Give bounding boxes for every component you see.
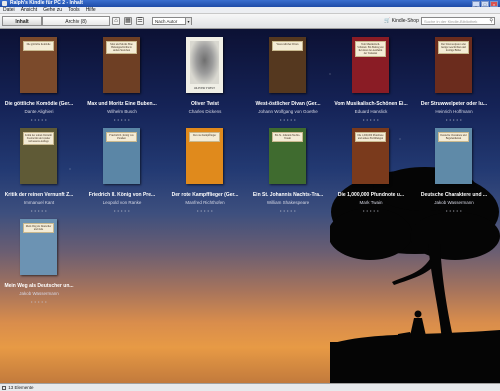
cover-title: OLIVER TWIST [194, 86, 215, 90]
book-cover[interactable]: West-östlicher Divan [269, 37, 306, 93]
book-title: Der rote Kampfflieger (Ger... [171, 192, 239, 198]
kindle-app-icon [2, 1, 7, 6]
book-cover[interactable]: OLIVER TWIST [186, 37, 223, 93]
cart-icon: 🛒 [384, 18, 391, 24]
book-cover[interactable]: Mein Weg als Deutscher und Jude [20, 219, 57, 275]
book-cover[interactable]: Die 1,000,000 Pfundnote und andere Erzäh… [352, 128, 389, 184]
status-bar: 13 Elemente [0, 383, 500, 391]
book-title: Die göttliche Komödie (Ger... [4, 101, 74, 107]
book-title: West-östlicher Divan (Ger... [255, 101, 321, 107]
book-cover[interactable]: Ein St. Johannis Nachts-Traum [269, 128, 306, 184]
library-icon [2, 385, 6, 390]
cover-title: Ein St. Johannis Nachts-Traum [272, 132, 303, 142]
book-title: Die 1,000,000 Pfundnote u... [337, 192, 405, 198]
cover-title: Der Struwwelpeter oder lustige Geschicht… [438, 41, 469, 54]
maximize-button[interactable]: □ [481, 0, 489, 7]
cover-title: Die göttliche Komödie [23, 41, 54, 51]
book-title: Deutsche Charaktere und ... [420, 192, 488, 198]
book-item[interactable]: Der rote Kampfflieger Der rote Kampfflie… [166, 120, 244, 228]
cover-title: Kritik der reinen Vernunft Zweite hin un… [23, 132, 54, 145]
cover-title: Die 1,000,000 Pfundnote und andere Erzäh… [355, 132, 386, 142]
book-cover[interactable]: Kritik der reinen Vernunft Zweite hin un… [20, 128, 57, 184]
menu-help[interactable]: Hilfe [86, 7, 96, 13]
rating-stars: • • • • • [280, 208, 296, 213]
cover-illustration [190, 41, 219, 84]
book-item[interactable]: Die 1,000,000 Pfundnote und andere Erzäh… [332, 120, 410, 228]
book-title: Oliver Twist [191, 101, 219, 107]
book-author: Leopold von Ranke [102, 200, 142, 205]
window-title: Ralph's Kindle für PC 2 - Inhalt [10, 0, 83, 6]
book-author: Jakob Wassermann [434, 200, 474, 205]
tab-content[interactable]: Inhalt [2, 16, 42, 26]
cover-title: Max und Moritz Eine Bubengeschichte in s… [106, 41, 137, 54]
menu-goto[interactable]: Gehe zu [43, 7, 62, 13]
search-icon[interactable]: ⚲ [489, 18, 493, 25]
book-author: Wilhelm Busch [107, 109, 137, 114]
book-cover[interactable]: Max und Moritz Eine Bubengeschichte in s… [103, 37, 140, 93]
book-title: Der Struwwelpeter oder lu... [420, 101, 488, 107]
book-cover[interactable]: Deutsche Charaktere und Begebenheiten [435, 128, 472, 184]
book-cover[interactable]: Der Struwwelpeter oder lustige Geschicht… [435, 37, 472, 93]
close-button[interactable]: × [490, 0, 498, 7]
cover-title: Deutsche Charaktere und Begebenheiten [438, 132, 469, 142]
book-title: Friedrich II. König von Pre... [88, 192, 156, 198]
grid-view-icon[interactable]: ▦ [124, 17, 132, 25]
kindle-store-button[interactable]: 🛒 Kindle-Shop [384, 17, 419, 25]
book-author: Charles Dickens [188, 109, 222, 114]
book-cover[interactable]: Vom Musikalisch-Schönen: Ein Beitrag zur… [352, 37, 389, 93]
menu-bar: Datei Ansicht Gehe zu Tools Hilfe [0, 7, 500, 14]
book-title: Ein St. Johannis Nachts-Tra... [252, 192, 324, 198]
cover-title: Mein Weg als Deutscher und Jude [23, 223, 54, 233]
rating-stars: • • • • • [31, 299, 47, 304]
window-controls: _ □ × [472, 0, 498, 7]
menu-view[interactable]: Ansicht [21, 7, 37, 13]
rating-stars: • • • • • [446, 208, 462, 213]
book-item[interactable]: Friedrich II. König von Preußen Friedric… [83, 120, 161, 228]
book-item[interactable]: Deutsche Charaktere und Begebenheiten De… [415, 120, 493, 228]
menu-file[interactable]: Datei [3, 7, 15, 13]
rating-stars: • • • • • [363, 208, 379, 213]
minimize-button[interactable]: _ [472, 0, 480, 7]
book-author: Mark Twain [359, 200, 383, 205]
cover-title: Vom Musikalisch-Schönen: Ein Beitrag zur… [355, 41, 386, 57]
book-author: Eduard Hanslick [354, 109, 388, 114]
kindle-store-label: Kindle-Shop [391, 18, 419, 24]
tab-archive[interactable]: Archiv (8) [42, 16, 110, 26]
book-item[interactable]: Ein St. Johannis Nachts-Traum Ein St. Jo… [249, 120, 327, 228]
sort-select[interactable]: Nach Autor ▾ [152, 17, 192, 25]
rating-stars: • • • • • [114, 208, 130, 213]
list-view-icon[interactable]: ☰ [136, 17, 144, 25]
book-author: Heinrich Hoffmann [435, 109, 473, 114]
cover-title: West-östlicher Divan [272, 41, 303, 51]
book-cover[interactable]: Der rote Kampfflieger [186, 128, 223, 184]
book-author: Immanuel Kant [23, 200, 55, 205]
book-item[interactable]: Mein Weg als Deutscher und Jude Mein Weg… [0, 211, 78, 319]
rating-stars: • • • • • [197, 208, 213, 213]
sort-value: Nach Autor [155, 19, 178, 24]
library-view: Die göttliche Komödie Die göttliche Komö… [0, 29, 500, 383]
toolbar: Inhalt Archiv (8) ⌂ ▦ ☰ Nach Autor ▾ 🛒 K… [0, 14, 500, 29]
book-author: Jakob Wassermann [19, 291, 59, 296]
book-author: Manfred Richthofen [185, 200, 225, 205]
book-cover[interactable]: Friedrich II. König von Preußen [103, 128, 140, 184]
search-placeholder: Suche in der Kindle-Bibliothek [424, 19, 478, 24]
cover-title: Der rote Kampfflieger [189, 132, 220, 142]
book-author: William Shakespeare [266, 200, 310, 205]
title-bar: Ralph's Kindle für PC 2 - Inhalt _ □ × [0, 0, 500, 7]
chevron-down-icon: ▾ [185, 18, 191, 25]
book-title: Kritik der reinen Vernunft Z... [4, 192, 74, 198]
menu-tools[interactable]: Tools [68, 7, 80, 13]
cover-title: Friedrich II. König von Preußen [106, 132, 137, 142]
book-author: Johann Wolfgang von Goethe [258, 109, 318, 114]
item-count: 13 Elemente [8, 385, 34, 390]
search-input[interactable]: Suche in der Kindle-Bibliothek ⚲ [421, 17, 495, 25]
book-title: Max und Moritz Eine Buben... [87, 101, 157, 107]
book-title: Vom Musikalisch-Schönen Ei... [334, 101, 408, 107]
book-author: Dante Alighieri [24, 109, 54, 114]
book-cover[interactable]: Die göttliche Komödie [20, 37, 57, 93]
home-icon[interactable]: ⌂ [112, 17, 120, 25]
book-title: Mein Weg als Deutscher un... [4, 283, 74, 289]
